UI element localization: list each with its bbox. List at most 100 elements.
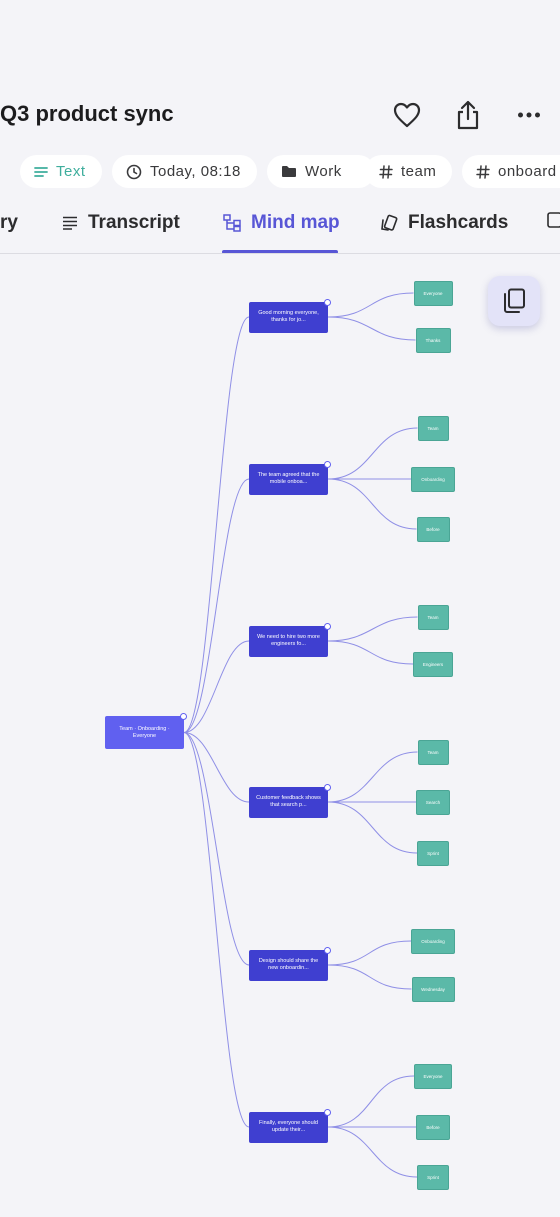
connector-line bbox=[183, 640, 250, 733]
share-button[interactable] bbox=[450, 97, 486, 133]
overflow-tab-icon bbox=[545, 211, 560, 235]
node-label: Team bbox=[427, 614, 439, 620]
leaf-node[interactable]: Team bbox=[417, 415, 449, 441]
chip-folder[interactable]: Work bbox=[267, 155, 375, 188]
collapse-toggle-icon[interactable] bbox=[324, 783, 331, 791]
node-label: Thanks bbox=[425, 337, 441, 343]
tab-transcript[interactable]: Transcript bbox=[62, 205, 180, 241]
node-label: Before bbox=[426, 1124, 440, 1130]
connector-line bbox=[183, 478, 250, 733]
clock-icon bbox=[126, 164, 142, 180]
leaf-node[interactable]: Wednesday bbox=[411, 976, 455, 1002]
connector-line bbox=[327, 1075, 415, 1128]
hash-icon bbox=[476, 164, 490, 179]
page-title: Q3 product sync bbox=[0, 101, 174, 126]
tab-label: Mind map bbox=[251, 212, 340, 233]
node-label: Team bbox=[427, 425, 439, 431]
branch-node[interactable]: Finally, everyone should update their... bbox=[249, 1108, 331, 1143]
leaf-node[interactable]: Sprint bbox=[417, 1164, 449, 1190]
leaf-node[interactable]: Team bbox=[417, 604, 449, 630]
node-label: Design should share the new onboardin... bbox=[258, 958, 319, 971]
connector-line bbox=[183, 732, 250, 1128]
node-label: Onboarding bbox=[421, 938, 445, 944]
chip-tag-onboard[interactable]: onboard bbox=[462, 155, 560, 188]
connector-line bbox=[327, 616, 418, 642]
chip-type[interactable]: Text bbox=[20, 155, 102, 188]
connector-line bbox=[327, 940, 412, 966]
tab-more-overflow[interactable] bbox=[545, 205, 560, 241]
favorite-button[interactable] bbox=[389, 97, 425, 133]
node-label: Everyone bbox=[423, 1073, 443, 1079]
connector-line bbox=[183, 316, 250, 733]
tab-summary[interactable]: ry bbox=[0, 205, 18, 241]
mind-map-icon bbox=[223, 214, 241, 232]
more-button[interactable] bbox=[511, 97, 547, 133]
leaf-node[interactable]: Thanks bbox=[415, 327, 451, 353]
chip-label: Work bbox=[305, 163, 342, 180]
collapse-toggle-icon[interactable] bbox=[324, 946, 331, 954]
hash-icon bbox=[379, 164, 393, 179]
connector-line bbox=[327, 1126, 418, 1178]
leaf-node[interactable]: Team bbox=[417, 739, 449, 765]
connector-line bbox=[327, 427, 418, 480]
tab-label: ry bbox=[0, 212, 18, 233]
chip-label: team bbox=[401, 163, 437, 180]
node-label: Before bbox=[426, 526, 440, 532]
tab-label: Transcript bbox=[88, 212, 180, 233]
node-label: Engineers bbox=[422, 661, 444, 667]
leaf-node[interactable]: Onboarding bbox=[411, 928, 455, 954]
branch-node[interactable]: The team agreed that the mobile onboa... bbox=[249, 460, 331, 495]
connector-line bbox=[327, 801, 418, 854]
leaf-node[interactable]: Engineers bbox=[413, 651, 453, 677]
node-label: Customer feedback shows that search p... bbox=[256, 795, 321, 808]
collapse-toggle-icon[interactable] bbox=[180, 713, 187, 720]
collapse-toggle-icon[interactable] bbox=[324, 622, 331, 630]
note-header: Q3 product sync Text Today, 08:18 Work t… bbox=[0, 0, 560, 254]
node-label: Wednesday bbox=[421, 986, 445, 992]
tab-mind-map[interactable]: Mind map bbox=[223, 205, 340, 241]
copy-button[interactable] bbox=[488, 276, 540, 326]
collapse-toggle-icon[interactable] bbox=[324, 298, 331, 306]
folder-icon bbox=[281, 165, 297, 178]
chip-tag-team[interactable]: team bbox=[365, 155, 452, 188]
node-label: Sprint bbox=[427, 1174, 439, 1180]
node-label: Good morning everyone, thanks for jo... bbox=[258, 310, 319, 323]
branch-node[interactable]: Customer feedback shows that search p... bbox=[249, 783, 331, 818]
node-label: Team · Onboarding · Everyone bbox=[119, 725, 170, 739]
branch-node[interactable]: Design should share the new onboardin... bbox=[249, 946, 331, 981]
node-label: Sprint bbox=[427, 850, 439, 856]
leaf-node[interactable]: Before bbox=[416, 516, 450, 542]
leaf-node[interactable]: Onboarding bbox=[411, 466, 455, 492]
chip-label: Text bbox=[56, 163, 86, 180]
leaf-node[interactable]: Search bbox=[416, 789, 450, 815]
leaf-node[interactable]: Sprint bbox=[417, 840, 449, 866]
flashcards-icon bbox=[380, 214, 398, 232]
branch-node[interactable]: Good morning everyone, thanks for jo... bbox=[249, 298, 331, 333]
leaf-node[interactable]: Everyone bbox=[414, 1063, 452, 1089]
connector-line bbox=[327, 316, 416, 341]
share-icon bbox=[457, 100, 479, 130]
leaf-node[interactable]: Everyone bbox=[413, 280, 453, 306]
connector-line bbox=[327, 292, 414, 318]
tab-label: Flashcards bbox=[408, 212, 509, 233]
root-node[interactable]: Team · Onboarding · Everyone bbox=[105, 713, 187, 749]
copy-icon bbox=[504, 288, 525, 313]
mind-map-connectors bbox=[183, 292, 418, 1178]
chip-label: Today, 08:18 bbox=[150, 163, 241, 180]
view-tabs: ry Transcript Mind map Flashcards bbox=[0, 205, 560, 255]
node-label: Onboarding bbox=[421, 476, 445, 482]
more-icon bbox=[518, 112, 540, 118]
node-label: Everyone bbox=[423, 290, 443, 296]
connector-line bbox=[327, 751, 418, 803]
leaf-node[interactable]: Before bbox=[416, 1114, 450, 1140]
text-lines-icon bbox=[34, 166, 48, 178]
connector-line bbox=[327, 964, 412, 990]
collapse-toggle-icon[interactable] bbox=[324, 460, 331, 468]
connector-line bbox=[327, 640, 414, 665]
branch-node[interactable]: We need to hire two more engineers fo... bbox=[249, 622, 331, 657]
chip-date[interactable]: Today, 08:18 bbox=[112, 155, 257, 188]
collapse-toggle-icon[interactable] bbox=[324, 1108, 331, 1116]
tab-flashcards[interactable]: Flashcards bbox=[380, 205, 508, 241]
transcript-icon bbox=[62, 216, 78, 230]
mind-map-canvas[interactable]: Everyone Thanks Good morning everyone, tha… bbox=[0, 254, 560, 1217]
